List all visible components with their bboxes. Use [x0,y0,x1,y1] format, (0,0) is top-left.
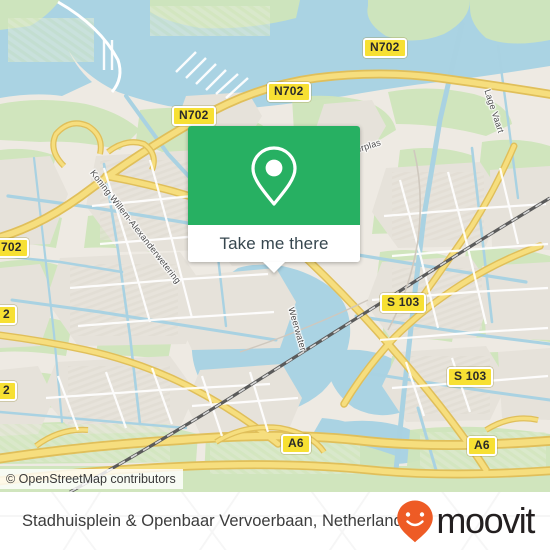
road-shield-n702-clipped: 702 [0,238,29,258]
road-shield-s103: S 103 [447,367,494,387]
road-shield-clipped: 2 [0,305,17,325]
road-shield-a6: A6 [281,434,311,454]
moovit-pin-icon [397,500,434,543]
road-shield-n702: N702 [267,82,311,102]
road-shield-s103: S 103 [380,293,427,313]
place-title: Stadhuisplein & Openbaar Vervoerbaan, Ne… [22,511,411,530]
location-popup-card[interactable]: Take me there [188,126,360,273]
moovit-map-screenshot: Koning Willem-Alexanderwetering Lage Vaa… [0,0,550,550]
popup-action-area[interactable]: Take me there [188,225,360,262]
road-shield-n702: N702 [363,38,407,58]
road-shield-clipped: 2 [0,381,17,401]
moovit-wordmark: moovit [436,500,535,541]
take-me-there-label: Take me there [219,233,329,253]
map-pin-icon [251,145,297,206]
moovit-brand[interactable]: moovit [395,499,535,543]
popup-icon-area [188,126,360,225]
road-shield-n702: N702 [172,106,216,126]
road-shield-a6: A6 [467,436,497,456]
footer-bar: Stadhuisplein & Openbaar Vervoerbaan, Ne… [0,492,550,550]
popup-tail [263,262,285,273]
map-canvas[interactable]: Koning Willem-Alexanderwetering Lage Vaa… [0,0,550,492]
osm-attribution[interactable]: © OpenStreetMap contributors [0,469,183,489]
